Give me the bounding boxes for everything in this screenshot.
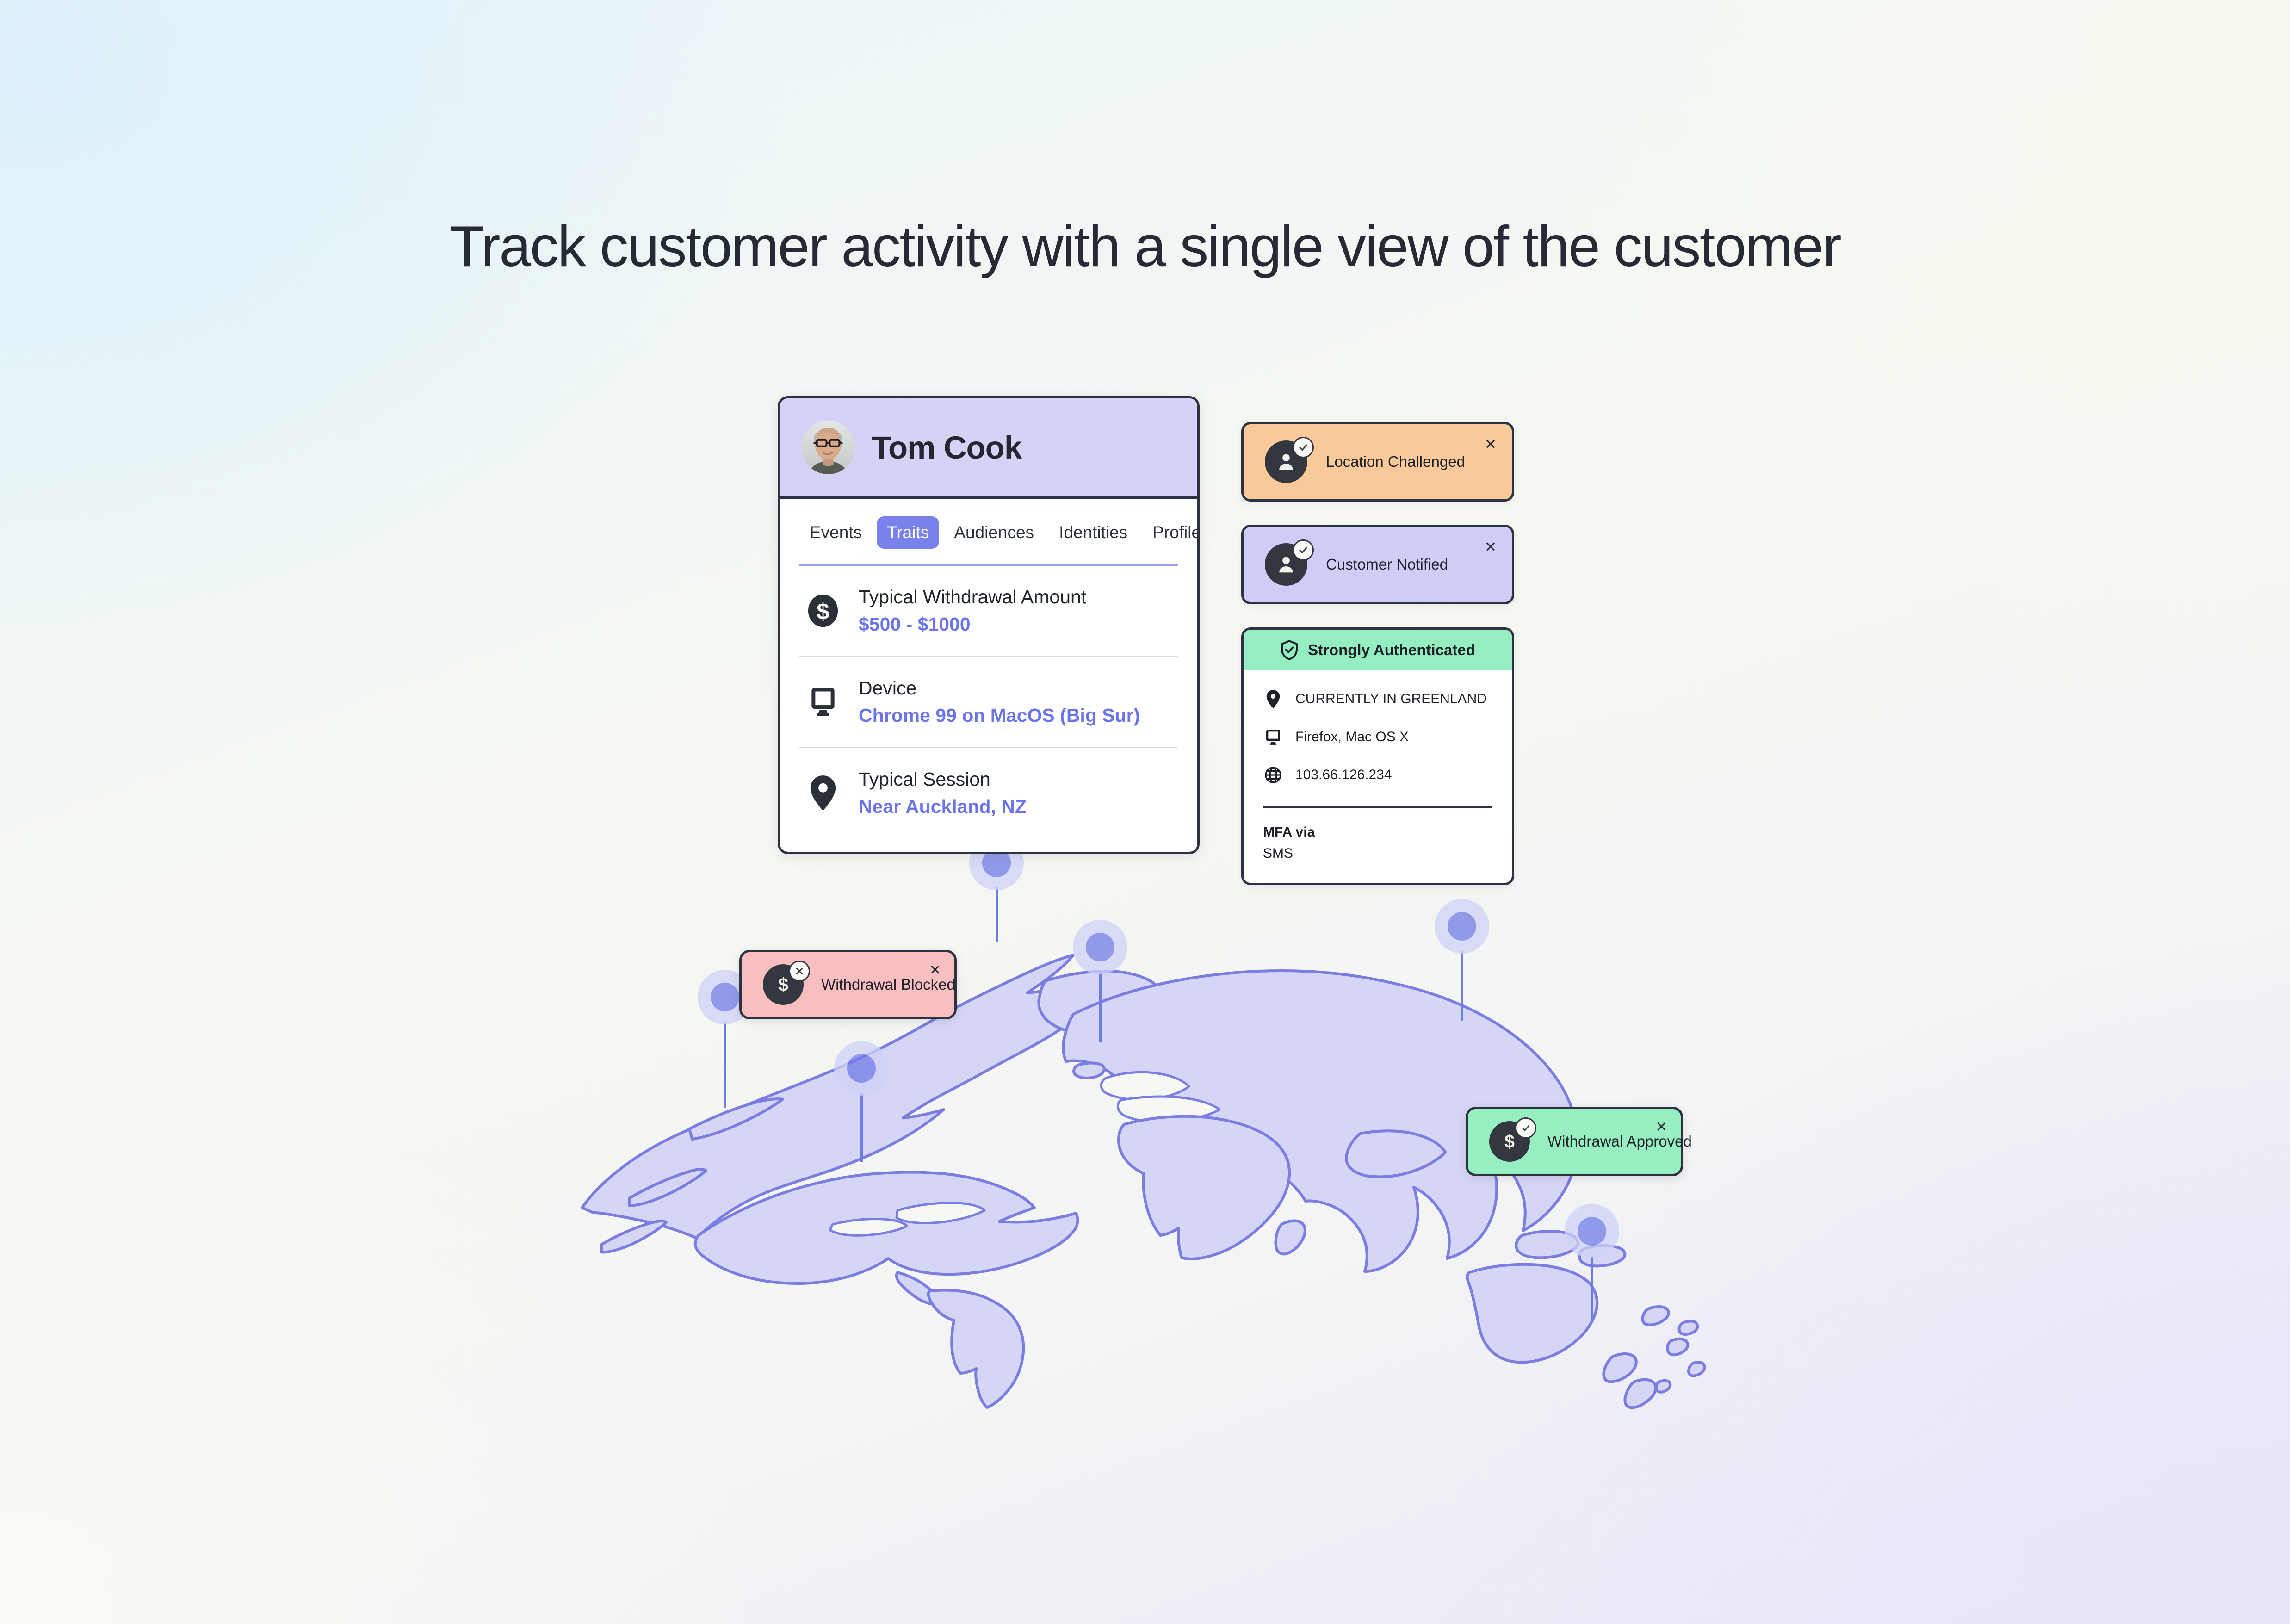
- profile-tabs: EventsTraitsAudiencesIdentitiesProfile A…: [780, 499, 1197, 549]
- avatar: [1265, 539, 1314, 586]
- dollar-glyph: $: [808, 594, 838, 627]
- tab-events[interactable]: Events: [799, 516, 872, 549]
- mfa-value: SMS: [1263, 846, 1294, 861]
- notification-location-challenged[interactable]: Location Challenged ×: [1241, 422, 1514, 502]
- check-icon: [1293, 437, 1314, 458]
- shield-check-icon: [1281, 640, 1298, 660]
- trait-value: Chrome 99 on MacOS (Big Sur): [859, 705, 1140, 726]
- notification-label: Location Challenged: [1326, 453, 1465, 470]
- trait-label: Typical Session: [859, 769, 990, 790]
- page-title-name: Tom Cook: [872, 429, 1022, 465]
- trait-text: Typical Session Near Auckland, NZ: [859, 769, 1027, 818]
- svg-text:$: $: [817, 599, 829, 625]
- close-icon[interactable]: ×: [1485, 537, 1496, 556]
- pin-dot: [847, 1054, 876, 1083]
- right-column: Location Challenged × Customer Notified: [1241, 422, 1514, 885]
- globe-icon: [1263, 765, 1283, 785]
- trait-text: Typical Withdrawal Amount $500 - $1000: [859, 586, 1086, 635]
- pin-western-europe[interactable]: [1073, 920, 1127, 1042]
- tab-identities[interactable]: Identities: [1049, 516, 1138, 549]
- avatar: $: [1489, 1117, 1536, 1162]
- toast-withdrawal-blocked[interactable]: $ Withdrawal Blocked ×: [739, 950, 957, 1019]
- monitor-glyph: [811, 688, 835, 716]
- customer-profile-card: Tom Cook Events Traits Audiences Identities…: [778, 396, 1200, 854]
- pin-stem: [724, 1022, 726, 1108]
- check-glyph: [1522, 1125, 1529, 1131]
- authentication-card: Strongly Authenticated CURRENTLY IN GREE…: [1241, 627, 1514, 885]
- page-root: Track customer activity with a single vi…: [0, 0, 2290, 1624]
- auth-row-ip: 103.66.126.234: [1263, 765, 1492, 785]
- pin-east-asia[interactable]: [1435, 899, 1489, 1021]
- mfa-label: MFA via: [1263, 824, 1315, 840]
- pin-new-zealand[interactable]: [1565, 1204, 1619, 1323]
- auth-row-location: CURRENTLY IN GREENLAND: [1263, 689, 1492, 709]
- monitor-glyph: [1266, 730, 1280, 745]
- monitor-icon: [1263, 727, 1283, 747]
- authentication-status-label: Strongly Authenticated: [1308, 641, 1475, 658]
- authentication-card-header: Strongly Authenticated: [1244, 630, 1512, 670]
- svg-text:$: $: [778, 974, 788, 995]
- svg-text:$: $: [1504, 1131, 1515, 1152]
- pin-stem: [995, 887, 998, 942]
- tab-traits[interactable]: Traits: [877, 516, 940, 549]
- toast-withdrawal-approved[interactable]: $ Withdrawal Approved ×: [1466, 1107, 1692, 1176]
- avatar: [801, 421, 855, 474]
- trait-row: $ Typical Withdrawal Amount $500 - $1000: [799, 566, 1178, 656]
- x-icon: [789, 961, 810, 982]
- pin-halo: [1565, 1204, 1619, 1258]
- trait-text: Device Chrome 99 on MacOS (Big Sur): [859, 677, 1140, 726]
- trait-label: Device: [859, 677, 917, 699]
- toast-label: Withdrawal Approved: [1547, 1133, 1692, 1150]
- close-icon[interactable]: ×: [1485, 434, 1496, 453]
- pin-halo: [1073, 920, 1127, 974]
- trait-value: $500 - $1000: [859, 614, 971, 635]
- pin-stem: [1461, 951, 1463, 1021]
- map-pin-glyph: [810, 775, 836, 811]
- trait-row: Device Chrome 99 on MacOS (Big Sur): [799, 656, 1178, 747]
- check-glyph: [1299, 547, 1307, 553]
- pin-halo: [1435, 899, 1489, 954]
- x-glyph: [796, 968, 803, 974]
- authentication-card-body: CURRENTLY IN GREENLAND Firefox, Mac OS X: [1244, 670, 1512, 883]
- close-icon[interactable]: ×: [930, 961, 941, 979]
- pin-halo: [834, 1041, 889, 1096]
- pin-dot: [1578, 1217, 1606, 1246]
- notification-label: Customer Notified: [1326, 556, 1448, 573]
- pin-stem: [860, 1093, 863, 1162]
- pin-stem: [1099, 972, 1102, 1042]
- dollar-circle-icon: $: [803, 591, 843, 631]
- monitor-icon: [803, 682, 843, 722]
- pin-dot: [711, 983, 739, 1011]
- auth-device-text: Firefox, Mac OS X: [1295, 729, 1409, 744]
- avatar: [1265, 437, 1314, 483]
- close-icon[interactable]: ×: [1656, 1117, 1667, 1136]
- trait-label: Typical Withdrawal Amount: [859, 586, 1087, 607]
- check-icon: [1515, 1117, 1536, 1139]
- trait-value: Near Auckland, NZ: [859, 796, 1027, 817]
- map-pin-glyph: [1266, 690, 1280, 708]
- pin-dot: [1448, 912, 1476, 941]
- globe-glyph: [1265, 767, 1281, 783]
- pin-south-america[interactable]: [834, 1041, 889, 1162]
- auth-location-text: CURRENTLY IN GREENLAND: [1295, 691, 1487, 707]
- check-glyph: [1299, 444, 1307, 451]
- trait-row: Typical Session Near Auckland, NZ: [799, 747, 1178, 838]
- profile-card-header: Tom Cook: [780, 398, 1197, 499]
- tab-profile-api[interactable]: Profile API: [1142, 516, 1197, 549]
- page-title: Track customer activity with a single vi…: [449, 215, 1842, 279]
- map-pin-icon: [803, 773, 843, 813]
- tab-audiences[interactable]: Audiences: [944, 516, 1044, 549]
- check-icon: [1293, 539, 1314, 561]
- map-pin-icon: [1263, 689, 1283, 709]
- pin-dot: [1086, 933, 1114, 961]
- pin-stem: [1591, 1256, 1593, 1323]
- avatar: $: [763, 961, 810, 1005]
- traits-list: $ Typical Withdrawal Amount $500 - $1000 De…: [780, 566, 1197, 852]
- notification-customer-notified[interactable]: Customer Notified ×: [1241, 525, 1514, 604]
- user-photo-avatar: [801, 421, 855, 474]
- auth-ip-text: 103.66.126.234: [1295, 767, 1392, 782]
- divider: [1263, 806, 1492, 808]
- auth-row-device: Firefox, Mac OS X: [1263, 727, 1492, 747]
